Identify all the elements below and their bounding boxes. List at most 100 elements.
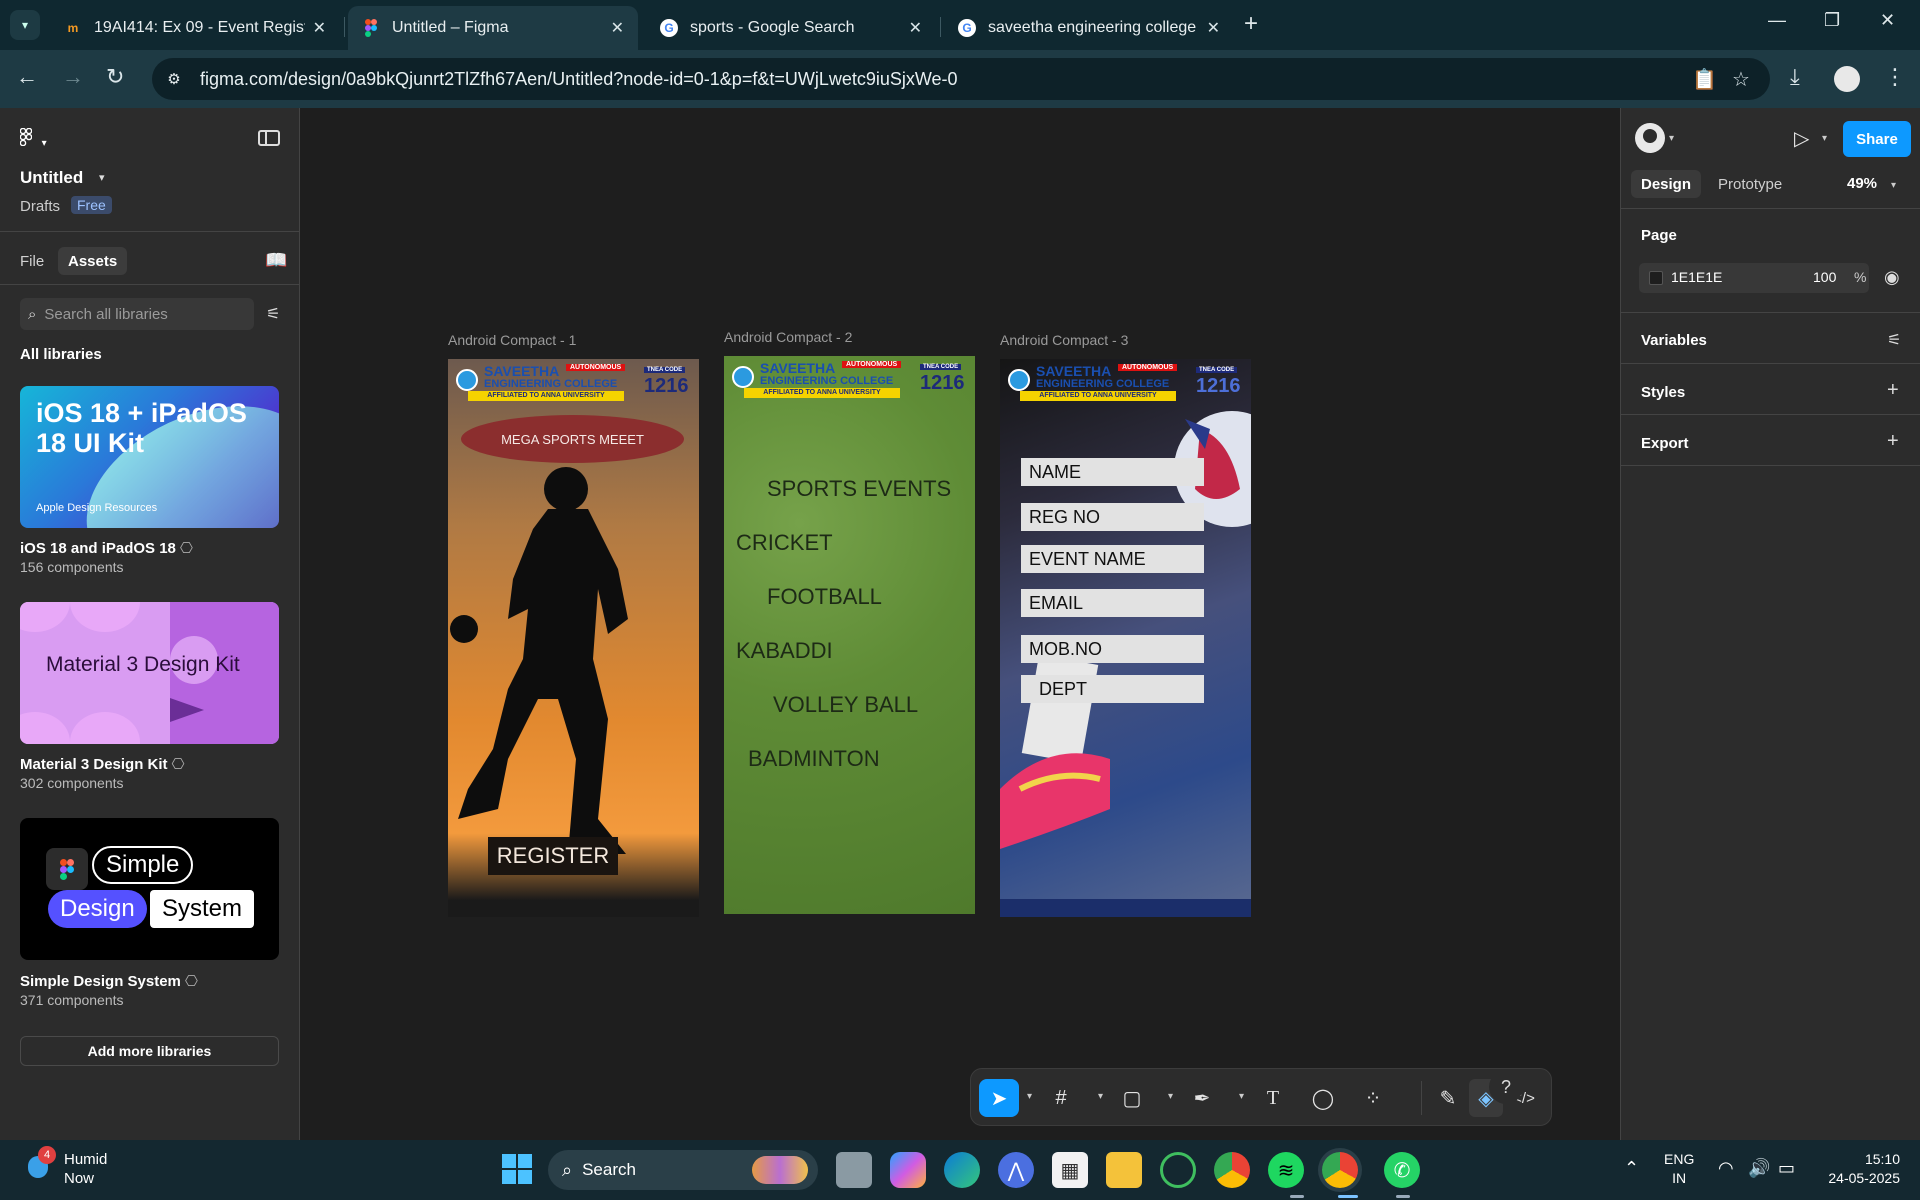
- android-frame-2[interactable]: SAVEETHA ENGINEERING COLLEGE AUTONOMOUS A…: [724, 356, 975, 914]
- page-background-color[interactable]: 1E1E1E 100 %: [1639, 263, 1869, 293]
- frame-label[interactable]: Android Compact - 1: [448, 332, 576, 348]
- chevron-down-icon[interactable]: ▾: [1027, 1091, 1032, 1102]
- form-field-email[interactable]: EMAIL: [1021, 589, 1204, 617]
- add-more-libraries-button[interactable]: Add more libraries: [20, 1036, 279, 1066]
- clock[interactable]: 15:10 24-05-2025: [1820, 1150, 1900, 1188]
- figma-menu-icon[interactable]: ▾: [19, 127, 47, 152]
- chevron-down-icon[interactable]: ▾: [1822, 133, 1827, 144]
- clipboard-icon[interactable]: 📋: [1692, 67, 1717, 92]
- wifi-icon[interactable]: ◠: [1718, 1158, 1734, 1179]
- spotify-icon[interactable]: ≋: [1268, 1152, 1304, 1188]
- copilot-icon[interactable]: [890, 1152, 926, 1188]
- taskbar-search[interactable]: ⌕ Search: [548, 1150, 818, 1190]
- visibility-eye-icon[interactable]: ◉: [1884, 267, 1900, 288]
- chrome-icon[interactable]: [1214, 1152, 1250, 1188]
- android-frame-3[interactable]: SAVEETHA ENGINEERING COLLEGE AUTONOMOUS A…: [1000, 359, 1251, 917]
- file-explorer-icon[interactable]: [1106, 1152, 1142, 1188]
- volume-icon[interactable]: 🔊: [1748, 1158, 1770, 1179]
- library-thumbnail-ios[interactable]: iOS 18 + iPadOS 18 UI Kit Apple Design R…: [20, 386, 279, 528]
- share-button[interactable]: Share: [1843, 121, 1911, 157]
- form-field-dept[interactable]: DEPT: [1021, 675, 1204, 703]
- address-bar[interactable]: ⚙ figma.com/design/0a9bkQjunrt2TlZfh67Ae…: [152, 58, 1770, 100]
- sidebar-toggle-icon[interactable]: [258, 130, 280, 146]
- user-avatar[interactable]: [1635, 123, 1665, 153]
- present-play-icon[interactable]: ▷: [1794, 126, 1809, 151]
- text-tool-icon[interactable]: T: [1255, 1079, 1291, 1117]
- design-canvas[interactable]: Android Compact - 1 SAVEETHA ENGINEERING …: [300, 108, 1620, 1140]
- library-name[interactable]: Simple Design System ⎔: [20, 972, 198, 990]
- edge-browser-icon[interactable]: [944, 1152, 980, 1188]
- frame-label[interactable]: Android Compact - 2: [724, 329, 852, 345]
- chevron-down-icon[interactable]: ▾: [1239, 1091, 1244, 1102]
- tab-design[interactable]: Design: [1631, 170, 1702, 198]
- forward-arrow-icon[interactable]: →: [62, 64, 84, 90]
- help-button[interactable]: ?: [1489, 1070, 1523, 1104]
- tab-search-button[interactable]: ▾: [10, 10, 40, 40]
- variables-settings-icon[interactable]: ⚟: [1887, 330, 1901, 350]
- restore-icon[interactable]: ❐: [1824, 10, 1840, 31]
- task-view-icon[interactable]: [836, 1152, 872, 1188]
- library-thumbnail-material[interactable]: Material 3 Design Kit: [20, 602, 279, 744]
- weather-text[interactable]: Humid Now: [64, 1150, 107, 1188]
- tray-overflow-chevron-icon[interactable]: ⌃: [1624, 1158, 1639, 1179]
- library-name[interactable]: Material 3 Design Kit ⎔: [20, 755, 185, 773]
- filter-settings-icon[interactable]: ⚟: [266, 304, 280, 324]
- chevron-down-icon[interactable]: ▾: [1098, 1091, 1103, 1102]
- library-search-input[interactable]: [44, 305, 235, 323]
- library-search[interactable]: ⌕: [20, 298, 254, 330]
- browser-tab-google-sports[interactable]: G sports - Google Search ✕: [646, 6, 936, 50]
- form-field-mobile[interactable]: MOB.NO: [1021, 635, 1204, 663]
- rectangle-tool-icon[interactable]: ▢: [1114, 1079, 1150, 1117]
- library-name[interactable]: iOS 18 and iPadOS 18 ⎔: [20, 539, 193, 557]
- browser-tab-google-saveetha[interactable]: G saveetha engineering college - ✕: [944, 6, 1234, 50]
- vpn-app-icon[interactable]: ⋀: [998, 1152, 1034, 1188]
- sync-app-icon[interactable]: [1160, 1152, 1196, 1188]
- tab-prototype[interactable]: Prototype: [1708, 170, 1792, 198]
- tab-file[interactable]: File: [10, 247, 54, 275]
- input-language[interactable]: ENG IN: [1664, 1150, 1694, 1188]
- back-arrow-icon[interactable]: ←: [16, 64, 38, 90]
- browser-tab-figma[interactable]: Untitled – Figma ✕: [348, 6, 638, 50]
- minimize-icon[interactable]: —: [1768, 10, 1786, 31]
- microsoft-store-icon[interactable]: ▦: [1052, 1152, 1088, 1188]
- register-button[interactable]: REGISTER: [488, 837, 618, 875]
- close-icon[interactable]: ✕: [909, 18, 922, 38]
- chrome-active-icon[interactable]: [1322, 1152, 1358, 1188]
- form-field-regno[interactable]: REG NO: [1021, 503, 1204, 531]
- url-text[interactable]: figma.com/design/0a9bkQjunrt2TlZfh67Aen/…: [200, 69, 958, 90]
- frame-label[interactable]: Android Compact - 3: [1000, 332, 1128, 348]
- chevron-down-icon[interactable]: ▾: [99, 171, 105, 184]
- bookmark-star-icon[interactable]: ☆: [1732, 67, 1750, 92]
- comment-tool-icon[interactable]: ◯: [1305, 1079, 1341, 1117]
- styles-section-title[interactable]: Styles: [1641, 384, 1685, 401]
- form-field-name[interactable]: NAME: [1021, 458, 1204, 486]
- download-icon[interactable]: ⤓: [1790, 64, 1800, 90]
- move-tool-icon[interactable]: ➤: [979, 1079, 1019, 1117]
- variables-section-title[interactable]: Variables: [1641, 332, 1707, 349]
- draw-mode-icon[interactable]: ✎: [1431, 1079, 1465, 1117]
- frame-tool-icon[interactable]: #: [1043, 1079, 1079, 1117]
- drafts-label[interactable]: Drafts: [20, 198, 60, 215]
- library-book-icon[interactable]: 📖: [265, 250, 287, 271]
- close-icon[interactable]: ✕: [1207, 18, 1220, 38]
- battery-icon[interactable]: ▭: [1778, 1158, 1795, 1179]
- site-info-icon[interactable]: ⚙: [160, 65, 188, 93]
- reload-icon[interactable]: ↻: [106, 64, 124, 90]
- color-swatch[interactable]: [1649, 271, 1663, 285]
- chevron-down-icon[interactable]: ▾: [1669, 133, 1674, 144]
- form-field-event[interactable]: EVENT NAME: [1021, 545, 1204, 573]
- windows-start-icon[interactable]: [502, 1154, 532, 1184]
- tab-assets[interactable]: Assets: [58, 247, 128, 275]
- new-tab-button[interactable]: +: [1244, 12, 1258, 36]
- browser-tab-moodle[interactable]: m 19AI414: Ex 09 - Event Registrat ✕: [50, 6, 340, 50]
- file-title[interactable]: Untitled: [20, 168, 83, 188]
- more-menu-icon[interactable]: ⋮: [1884, 64, 1906, 90]
- close-icon[interactable]: ✕: [611, 18, 624, 38]
- export-section-title[interactable]: Export: [1641, 435, 1689, 452]
- close-icon[interactable]: ✕: [313, 18, 326, 38]
- whatsapp-icon[interactable]: ✆: [1384, 1152, 1420, 1188]
- color-hex-input[interactable]: 1E1E1E: [1671, 269, 1722, 285]
- chevron-down-icon[interactable]: ▾: [1168, 1091, 1173, 1102]
- android-frame-1[interactable]: SAVEETHA ENGINEERING COLLEGE AUTONOMOUS A…: [448, 359, 699, 917]
- profile-avatar-icon[interactable]: [1834, 66, 1860, 92]
